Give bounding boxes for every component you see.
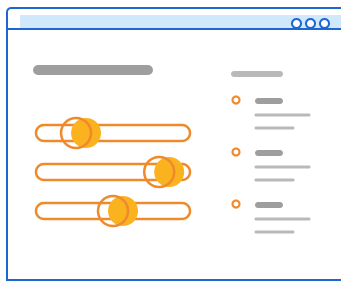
bullet-icon <box>231 199 241 209</box>
placeholder-list <box>231 95 311 234</box>
list-item-2 <box>231 147 311 182</box>
slider-1[interactable] <box>34 116 192 150</box>
list-item-3 <box>231 199 311 234</box>
slider-2[interactable] <box>34 155 192 189</box>
slider-1-track[interactable] <box>34 123 192 143</box>
bullet-icon <box>231 147 241 157</box>
content-illustration <box>33 65 311 234</box>
list-item-1 <box>231 95 311 130</box>
slider-3[interactable] <box>34 194 192 228</box>
bullet-icon <box>231 95 241 105</box>
slider-group <box>34 116 192 228</box>
